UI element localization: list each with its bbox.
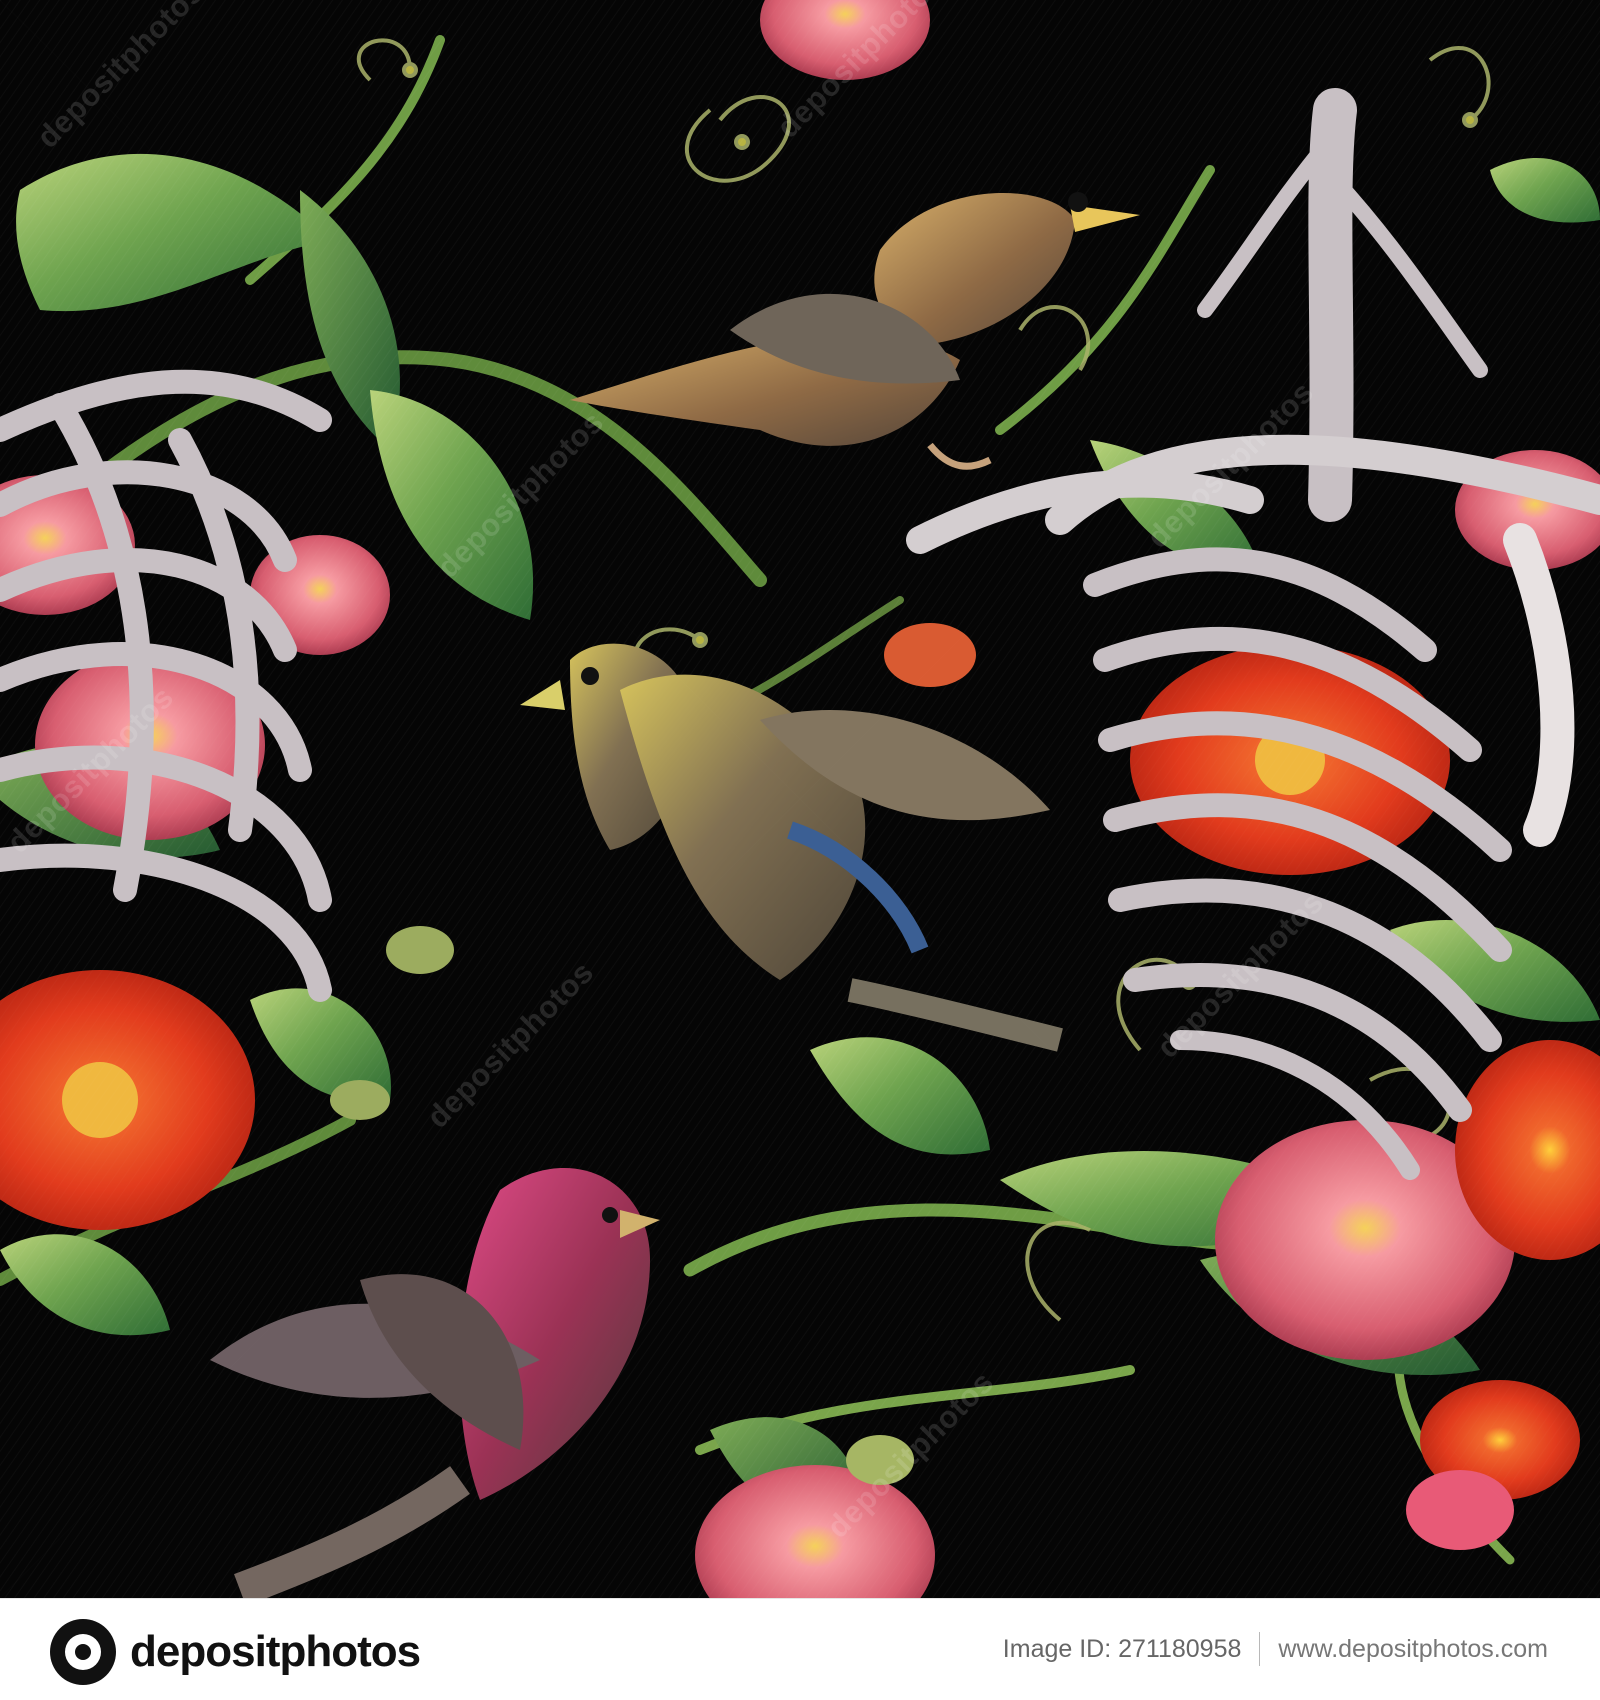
stock-footer: depositphotos Image ID: 271180958 www.de… — [0, 1598, 1600, 1700]
embroidery-artwork: depositphotos depositphotos depositphoto… — [0, 0, 1600, 1598]
depositphotos-logo-icon — [50, 1619, 116, 1685]
metadata-divider — [1259, 1632, 1261, 1666]
brand: depositphotos — [50, 1617, 421, 1687]
image-metadata: Image ID: 271180958 www.depositphotos.co… — [1003, 1632, 1548, 1666]
image-id: Image ID: 271180958 — [1002, 1634, 1242, 1663]
embroidered-birds-ribcage-floral-pattern — [0, 0, 1600, 1598]
brand-name: depositphotos — [130, 1627, 421, 1676]
stock-image-preview: depositphotos depositphotos depositphoto… — [0, 0, 1600, 1700]
site-url: www.depositphotos.com — [1278, 1634, 1548, 1663]
